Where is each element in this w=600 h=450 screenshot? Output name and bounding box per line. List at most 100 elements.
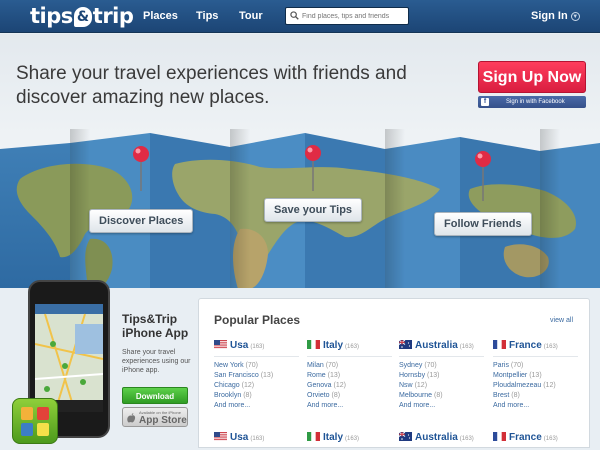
city-link[interactable]: Brooklyn (8)	[214, 391, 304, 401]
city-name: And more...	[493, 402, 530, 409]
divider	[399, 356, 484, 357]
city-name: Ploudalmezeau	[493, 382, 542, 389]
city-link[interactable]: And more...	[399, 401, 489, 411]
top-nav-bar: tips&trip Places Tips Tour Sign In▼	[0, 0, 600, 33]
search-icon[interactable]	[290, 11, 299, 20]
country-name: Australia	[415, 432, 458, 443]
nav-link-tour[interactable]: Tour	[239, 10, 263, 22]
city-count: (13)	[427, 372, 440, 379]
country-name: France	[509, 432, 542, 443]
download-button[interactable]: Download	[122, 387, 188, 404]
city-link[interactable]: Melbourne (8)	[399, 391, 489, 401]
view-all-link[interactable]: view all	[550, 317, 573, 324]
country-column-italy: Italy (163)	[307, 431, 397, 445]
city-name: Chicago	[214, 382, 240, 389]
country-count: (163)	[459, 436, 474, 442]
country-heading-australia[interactable]: Australia (163)	[399, 431, 489, 445]
city-link[interactable]: Nsw (12)	[399, 381, 489, 391]
france-flag-icon	[493, 340, 506, 349]
country-name: Usa	[230, 432, 249, 443]
city-count: (8)	[331, 392, 341, 399]
app-icon	[12, 398, 58, 444]
city-count: (12)	[414, 382, 428, 389]
app-title-line-1: Tips&Trip	[122, 312, 178, 326]
country-name: France	[509, 340, 542, 351]
sign-in-menu[interactable]: Sign In ▼	[531, 10, 580, 22]
australia-flag-icon	[399, 340, 412, 349]
city-name: Rome	[307, 372, 326, 379]
nav-link-places[interactable]: Places	[143, 10, 178, 22]
city-count: (8)	[511, 392, 520, 399]
app-title-line-2: iPhone App	[122, 326, 189, 340]
discover-places-callout[interactable]: Discover Places	[89, 209, 194, 233]
city-name: Brooklyn	[214, 392, 242, 399]
city-name: Brest	[493, 392, 510, 399]
city-link[interactable]: Ploudalmezeau (12)	[493, 381, 583, 391]
city-link[interactable]: And more...	[214, 401, 304, 411]
city-count: (12)	[241, 382, 255, 389]
country-heading-france[interactable]: France (163)	[493, 339, 583, 353]
save-your-tips-callout[interactable]: Save your Tips	[264, 198, 363, 222]
country-count: (163)	[250, 344, 265, 350]
france-flag-icon	[493, 432, 506, 441]
city-name: Melbourne	[399, 392, 433, 399]
country-name: Italy	[323, 340, 344, 351]
city-name: New York	[214, 362, 244, 369]
city-link[interactable]: Milan (70)	[307, 361, 397, 371]
country-heading-france[interactable]: France (163)	[493, 431, 583, 445]
city-link[interactable]: And more...	[307, 401, 397, 411]
city-link[interactable]: And more...	[493, 401, 583, 411]
chevron-down-icon: ▼	[570, 12, 580, 21]
nav-link-tips[interactable]: Tips	[196, 10, 218, 22]
country-name: Italy	[323, 432, 344, 443]
country-heading-usa[interactable]: Usa (163)	[214, 431, 304, 445]
app-title: Tips&Trip iPhone App	[122, 312, 188, 340]
city-link[interactable]: Paris (70)	[493, 361, 583, 371]
city-count: (8)	[243, 392, 252, 399]
city-link[interactable]: San Francisco (13)	[214, 371, 304, 381]
country-heading-italy[interactable]: Italy (163)	[307, 339, 397, 353]
country-column-france: France (163) Paris (70) Montpellier (13) Plo…	[493, 339, 583, 411]
city-link[interactable]: Orvieto (8)	[307, 391, 397, 401]
country-heading-usa[interactable]: Usa (163)	[214, 339, 304, 353]
city-count: (13)	[327, 372, 341, 379]
city-link[interactable]: Brest (8)	[493, 391, 583, 401]
city-name: San Francisco	[214, 372, 259, 379]
country-heading-italy[interactable]: Italy (163)	[307, 431, 397, 445]
app-store-label: App Store	[139, 415, 187, 426]
city-count: (13)	[260, 372, 274, 379]
usa-flag-icon	[214, 432, 227, 441]
popular-places-panel: Popular Places view all Usa (163) New York…	[198, 298, 590, 448]
apple-icon	[127, 413, 136, 423]
city-link[interactable]: Rome (13)	[307, 371, 397, 381]
country-count: (163)	[543, 436, 558, 442]
app-store-badge[interactable]: Available on the iPhone App Store	[122, 407, 188, 427]
city-link[interactable]: Genova (12)	[307, 381, 397, 391]
city-count: (70)	[245, 362, 258, 369]
city-name: Sydney	[399, 362, 423, 369]
facebook-sign-in-button[interactable]: f Sign in with Facebook	[478, 96, 586, 108]
country-heading-australia[interactable]: Australia (163)	[399, 339, 489, 353]
city-name: Milan	[307, 362, 324, 369]
search-input[interactable]	[302, 10, 406, 23]
hero-headline: Share your travel experiences with frien…	[16, 62, 436, 110]
city-name: And more...	[307, 402, 344, 409]
city-count: (13)	[529, 372, 542, 379]
logo-text-tips: tips	[30, 4, 73, 28]
city-count: (12)	[543, 382, 556, 389]
follow-friends-callout[interactable]: Follow Friends	[434, 212, 532, 236]
city-link[interactable]: Sydney (70)	[399, 361, 489, 371]
city-link[interactable]: Chicago (12)	[214, 381, 304, 391]
country-column-italy: Italy (163) Milan (70) Rome (13) Genova (12)…	[307, 339, 397, 411]
sign-up-button[interactable]: Sign Up Now	[478, 61, 586, 93]
city-name: Paris	[493, 362, 509, 369]
tipsntrip-logo[interactable]: tips & trip	[30, 4, 134, 28]
city-link[interactable]: Montpellier (13)	[493, 371, 583, 381]
city-link[interactable]: Hornsby (13)	[399, 371, 489, 381]
country-count: (163)	[250, 436, 265, 442]
country-count: (163)	[543, 344, 558, 350]
city-name: Orvieto	[307, 392, 330, 399]
facebook-button-label: Sign in with Facebook	[506, 99, 565, 105]
headline-line-1: Share your travel experiences with frien…	[16, 63, 407, 84]
city-link[interactable]: New York (70)	[214, 361, 304, 371]
